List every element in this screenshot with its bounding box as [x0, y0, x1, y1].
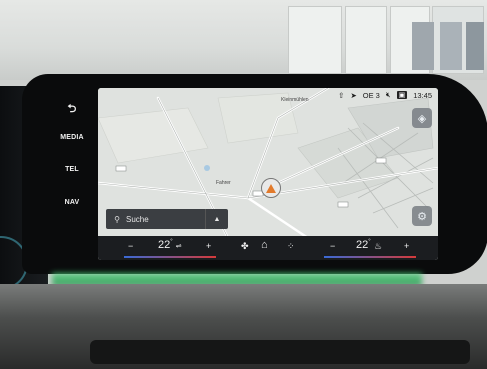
right-temp-down-button[interactable]: − — [330, 241, 335, 251]
left-temp-unit: ° — [170, 239, 173, 245]
map-place-label: Kleinmühlen — [281, 97, 309, 103]
fan-icon[interactable]: ✤ — [241, 241, 249, 252]
vehicle-position-marker — [261, 178, 281, 198]
clock: 13:45 — [413, 90, 432, 100]
location-label: OE 3 — [362, 90, 380, 100]
search-label: Suche — [126, 214, 149, 224]
tel-button[interactable]: TEL — [52, 166, 92, 173]
window-panel — [288, 6, 342, 74]
left-temp-gradient — [124, 256, 216, 258]
map-layers-button[interactable]: ◈ — [412, 108, 432, 128]
wall-poster — [412, 22, 434, 70]
apps-icon[interactable]: ⁘ — [287, 241, 295, 252]
window-panel — [345, 6, 387, 74]
right-temp-unit: ° — [368, 239, 371, 245]
ac-auto-icon: ⇌ — [175, 243, 182, 250]
mute-icon: 🔇︎ — [385, 90, 391, 99]
gear-icon: ⚙ — [417, 210, 427, 223]
left-temperature[interactable]: 22° ⇌ — [158, 239, 182, 251]
wall-poster — [440, 22, 462, 70]
map-place-label: Fahrer — [216, 180, 231, 186]
infotainment-screen: Kleinmühlen Fahrer ⇧ ➤ OE 3 🔇︎ ▣ 13:45 ◈… — [98, 88, 438, 260]
search-bar[interactable]: ⚲ Suche ▲ — [106, 209, 228, 229]
chevron-up-icon[interactable]: ▲ — [205, 209, 228, 229]
notification-icon: ⇧ — [338, 90, 345, 100]
navigation-map[interactable] — [98, 88, 438, 260]
layers-icon: ◈ — [417, 112, 427, 125]
home-icon[interactable]: ⌂ — [261, 239, 268, 251]
map-settings-button[interactable]: ⚙ — [412, 206, 432, 226]
left-temp-up-button[interactable]: + — [206, 241, 211, 251]
right-temp-gradient — [324, 256, 416, 258]
right-temp-up-button[interactable]: + — [404, 241, 409, 251]
background-room — [0, 0, 487, 80]
status-bar: ⇧ ➤ OE 3 🔇︎ ▣ 13:45 — [338, 90, 432, 100]
right-temp-value: 22 — [356, 239, 369, 251]
left-temp-down-button[interactable]: − — [128, 241, 133, 251]
climate-bar: − 22° ⇌ + ✤ ⌂ ⁘ − 22° ♨ + — [98, 236, 438, 260]
left-temp-value: 22 — [158, 239, 171, 251]
message-icon: ▣ — [396, 91, 408, 99]
search-icon: ⚲ — [114, 214, 120, 224]
right-temperature[interactable]: 22° — [356, 239, 371, 251]
media-button[interactable]: MEDIA — [52, 134, 92, 141]
back-button[interactable]: ⮌ — [52, 100, 92, 119]
wall-poster — [466, 22, 484, 70]
seat-heating-icon[interactable]: ♨ — [374, 241, 382, 252]
navigation-arrow-icon: ➤ — [350, 90, 357, 100]
nav-button[interactable]: NAV — [52, 199, 92, 206]
air-vent — [90, 340, 470, 364]
